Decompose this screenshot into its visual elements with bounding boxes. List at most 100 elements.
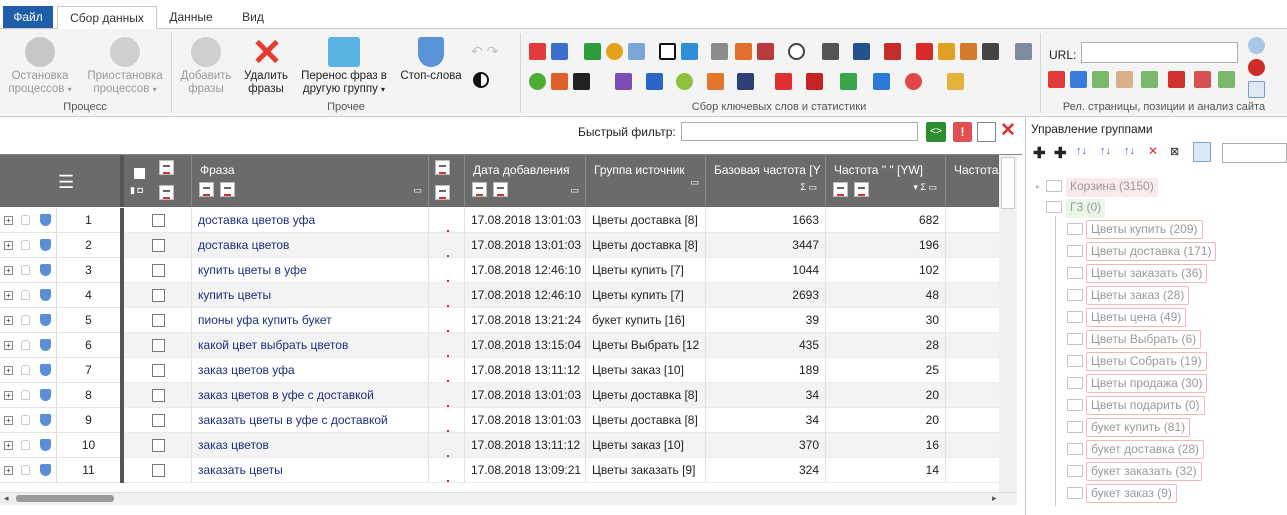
table-row[interactable]: +11 заказать цветы 17.08.2018 13:09:21 Цвет…	[0, 458, 999, 483]
url-input[interactable]	[1081, 42, 1238, 63]
header-filter-icons[interactable]	[833, 182, 875, 200]
shield-icon[interactable]	[40, 289, 51, 301]
wordstat-seasonal-icon[interactable]	[551, 43, 568, 60]
lock-icon[interactable]	[21, 440, 30, 450]
pause-processes-button[interactable]: Приостановка процессов ▾	[84, 37, 166, 96]
phrase-cell[interactable]: заказ цветов в уфе с доставкой	[192, 383, 429, 408]
vertical-scroll-thumb[interactable]	[1001, 157, 1015, 209]
bar-chart-icon[interactable]	[441, 441, 453, 457]
tree-node-group[interactable]: Цветы заказать (36)	[1086, 264, 1208, 283]
tree-node-group[interactable]: Цветы продажа (30)	[1086, 374, 1208, 393]
tree-node-group[interactable]: букет доставка (28)	[1086, 440, 1205, 459]
bar-chart-icon[interactable]	[441, 216, 453, 232]
m-green-icon[interactable]	[840, 73, 857, 90]
lightbulb-icon[interactable]	[1248, 37, 1265, 54]
lock-icon[interactable]	[21, 315, 30, 325]
expand-icon[interactable]: +	[4, 416, 13, 425]
tag-icon[interactable]	[1116, 71, 1133, 88]
clear-sort-icon[interactable]: ✕	[1148, 144, 1158, 158]
undo-redo-icons[interactable]: ↶ ↷	[471, 43, 513, 59]
tree-view-icon[interactable]	[1193, 142, 1211, 162]
toggle-icon[interactable]: ▮ ◘	[130, 185, 143, 196]
stop-processes-button[interactable]: Остановка процессов ▾	[4, 37, 76, 96]
table-row[interactable]: +9 заказать цветы в уфе с доставкой 17.08.…	[0, 408, 999, 433]
mail-icon[interactable]	[711, 43, 728, 60]
tree-node-group[interactable]: Цветы подарить (0)	[1086, 396, 1205, 415]
row-checkbox[interactable]	[152, 389, 165, 402]
row-checkbox[interactable]	[152, 464, 165, 477]
table-row[interactable]: +10 заказ цветов 17.08.2018 13:11:12 Цветы …	[0, 433, 999, 458]
sort-za-icon[interactable]: ↑↓	[1100, 145, 1111, 157]
tree-node-group[interactable]: Цветы доставка (171)	[1086, 242, 1217, 261]
r-icon[interactable]	[1248, 81, 1265, 98]
group-search-input[interactable]	[1222, 143, 1287, 163]
tree-node-group[interactable]: Цветы Собрать (19)	[1086, 352, 1207, 371]
tab-data-collection[interactable]: Сбор данных	[57, 6, 157, 30]
header-source-group[interactable]: Группа источник ▭	[586, 155, 706, 207]
bar-chart-icon[interactable]	[441, 341, 453, 357]
expand-icon[interactable]: +	[4, 316, 13, 325]
phrase-cell[interactable]: какой цвет выбрать цветов	[192, 333, 429, 358]
tree-node-group[interactable]: Цветы купить (209)	[1086, 220, 1203, 239]
add-phrases-button[interactable]: Добавить фразы	[176, 37, 236, 96]
m-icon[interactable]	[806, 73, 823, 90]
settings-sliders-icon[interactable]: ☰	[58, 172, 74, 193]
phrase-cell[interactable]: заказать цветы в уфе с доставкой	[192, 408, 429, 433]
expand-icon[interactable]: +	[4, 441, 13, 450]
header-clear-filter-icon[interactable]	[159, 185, 180, 203]
phrase-cell[interactable]: доставка цветов	[192, 233, 429, 258]
xls-icon[interactable]	[1141, 71, 1158, 88]
horizontal-scrollbar[interactable]	[0, 492, 1017, 505]
stopwords-button[interactable]: Стоп-слова	[398, 37, 464, 83]
ya-rel-icon[interactable]	[1194, 71, 1211, 88]
related-icon[interactable]	[606, 43, 623, 60]
google-rel-icon[interactable]	[1070, 71, 1087, 88]
spy-icon[interactable]	[737, 73, 754, 90]
header-filter-icon[interactable]	[159, 160, 180, 178]
box-icon[interactable]	[947, 73, 964, 90]
sum-pin-icon[interactable]: Σ ▭	[800, 182, 817, 193]
row-checkbox[interactable]	[152, 239, 165, 252]
expand-icon[interactable]: +	[4, 266, 13, 275]
b-icon[interactable]	[853, 43, 870, 60]
dollar-icon[interactable]	[938, 43, 955, 60]
row-checkbox[interactable]	[152, 314, 165, 327]
tree-collapse-icon[interactable]: ▸	[1036, 182, 1040, 191]
phrase-cell[interactable]: купить цветы в уфе	[192, 258, 429, 283]
expand-icon[interactable]: +	[4, 391, 13, 400]
bar-chart-icon[interactable]	[441, 316, 453, 332]
shield-icon[interactable]	[40, 264, 51, 276]
liveinternet-icon[interactable]	[659, 43, 676, 60]
code-icon[interactable]	[757, 43, 774, 60]
lock-icon[interactable]	[21, 215, 30, 225]
phrase-cell[interactable]: купить цветы	[192, 283, 429, 308]
google-icon[interactable]	[584, 43, 601, 60]
phrase-cell[interactable]: пионы уфа купить букет	[192, 308, 429, 333]
arrow-icon[interactable]	[873, 73, 890, 90]
header-filter-icon[interactable]	[435, 160, 456, 178]
scroll-left-icon[interactable]: ◂	[4, 493, 9, 504]
header-date-added[interactable]: Дата добавления ▭	[465, 155, 586, 207]
bookmark-icon[interactable]	[551, 73, 568, 90]
wordstat-icon[interactable]	[529, 43, 546, 60]
expand-icon[interactable]: +	[4, 241, 13, 250]
pin-icon[interactable]: ▭	[690, 177, 699, 188]
bar-chart-icon[interactable]	[441, 266, 453, 282]
ya-pos-icon[interactable]	[1168, 71, 1185, 88]
contrast-icon[interactable]	[473, 72, 489, 88]
scroll-right-icon[interactable]: ▸	[992, 493, 997, 504]
grid-icon[interactable]	[982, 43, 999, 60]
tree-node-group[interactable]: Цветы заказ (28)	[1086, 286, 1190, 305]
sort-count-icon[interactable]: ↑↓	[1124, 145, 1135, 157]
ya-icon[interactable]	[775, 73, 792, 90]
xls-icon[interactable]	[1092, 71, 1109, 88]
bar-chart-icon[interactable]	[441, 391, 453, 407]
lock-icon[interactable]	[21, 465, 30, 475]
table-row[interactable]: +5 пионы уфа купить букет 17.08.2018 13:21…	[0, 308, 999, 333]
clear-filter-icon[interactable]: ✕	[999, 119, 1017, 141]
header-frequency-2[interactable]: Частота	[946, 155, 999, 207]
lock-icon[interactable]	[21, 365, 30, 375]
table-row[interactable]: +7 заказ цветов уфа 17.08.2018 13:11:12 Цве…	[0, 358, 999, 383]
header-phrase[interactable]: Фраза ▭	[192, 155, 429, 207]
quick-filter-input[interactable]	[681, 122, 918, 141]
